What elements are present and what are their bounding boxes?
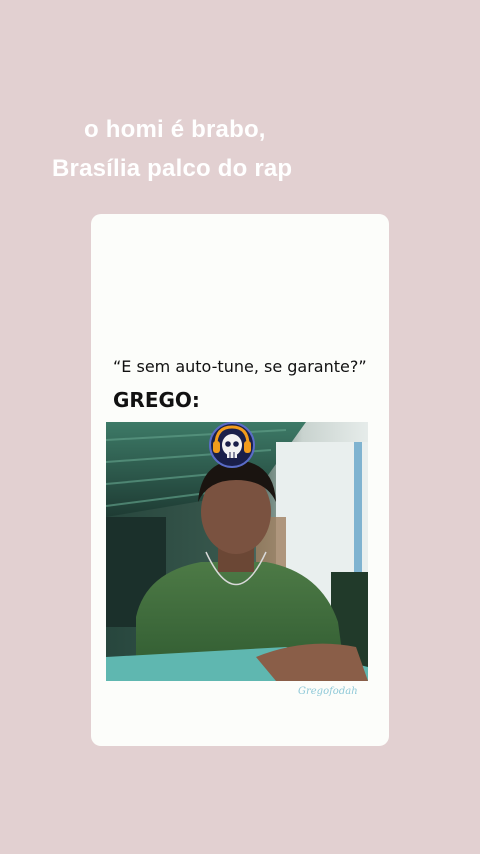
creator-watermark: Gregofodah	[298, 686, 358, 697]
meme-quote: “E sem auto-tune, se garante?”	[113, 357, 367, 376]
meme-subject-label: GREGO:	[113, 388, 200, 412]
skull-headphones-icon	[207, 421, 257, 469]
story-caption-line-1: o homi é brabo,	[84, 116, 266, 143]
story-caption-line-2: Brasília palco do rap	[52, 155, 293, 182]
